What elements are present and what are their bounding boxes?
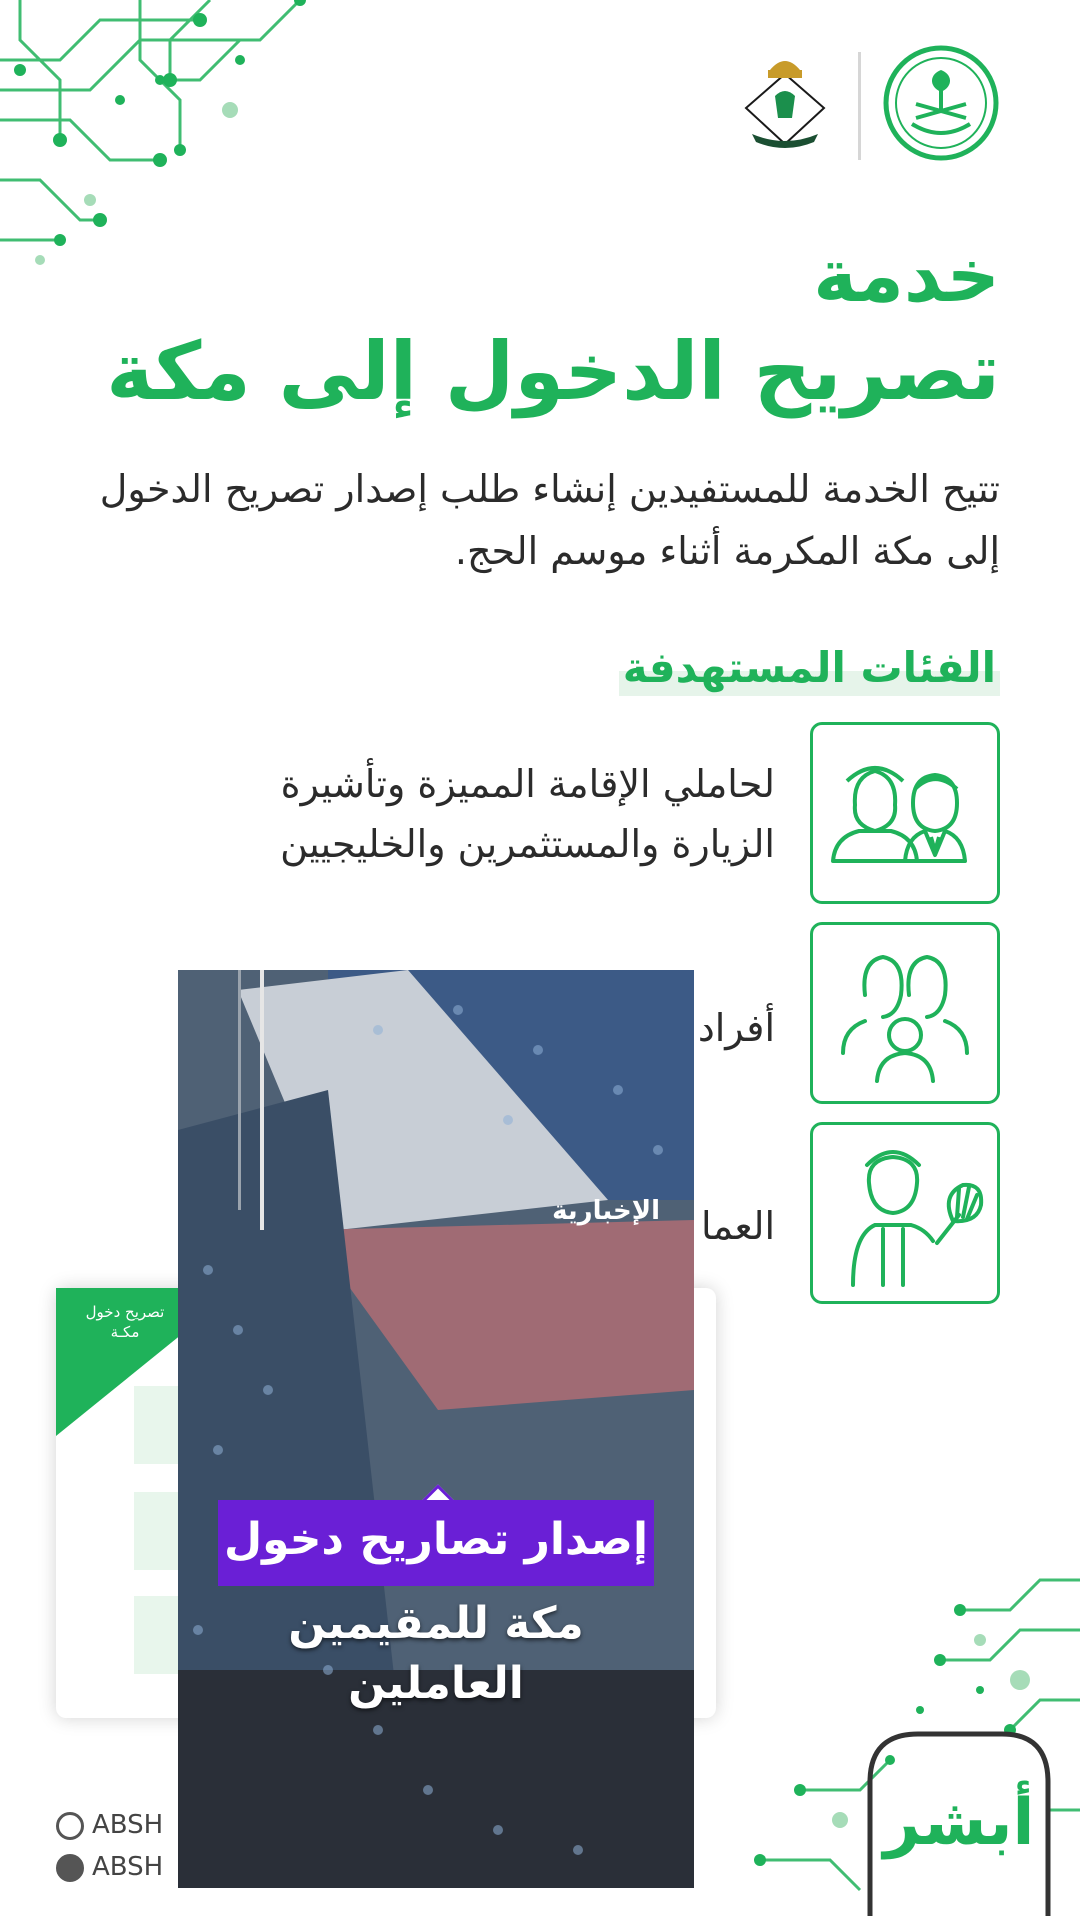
ministry-emblem-icon xyxy=(883,45,999,161)
title-line-2: تصريح الدخول إلى مكة xyxy=(106,325,1000,418)
video-overlay[interactable]: الإخبارية إصدار تصاريح دخول مكة للمقيمين… xyxy=(178,970,694,1888)
absher-logo: أبشر xyxy=(862,1726,1056,1916)
worker-icon xyxy=(851,1150,984,1287)
header-logos xyxy=(740,44,1000,174)
footer-account-text: ABSH xyxy=(92,1852,164,1882)
video-source-label: الإخبارية xyxy=(552,1196,660,1226)
logo-divider xyxy=(858,52,861,160)
men-icon xyxy=(831,766,967,863)
card-corner-text: تصريح دخول مكـة xyxy=(85,1303,165,1341)
category-text-2: أفراد xyxy=(697,1006,775,1050)
category-icon-box-3 xyxy=(810,1122,1000,1304)
footer-website-text: ABSH xyxy=(92,1810,164,1840)
page-title: خدمة تصريح الدخول إلى مكة xyxy=(100,228,1000,420)
service-description: تتيح الخدمة للمستفيدين إنشاء طلب إصدار ت… xyxy=(99,467,1000,573)
video-frame xyxy=(178,970,694,1888)
category-icon-box-1 xyxy=(810,722,1000,904)
family-icon xyxy=(841,954,969,1083)
category-text-1: لحاملي الإقامة المميزة وتأشيرة الزيارة و… xyxy=(280,762,775,866)
video-caption-line-2: مكة للمقيمين العاملين xyxy=(288,1598,584,1709)
title-line-1: خدمة xyxy=(813,233,1000,319)
globe-icon xyxy=(56,1811,84,1840)
absher-logo-text: أبشر xyxy=(883,1786,1035,1860)
user-icon xyxy=(56,1853,84,1882)
targets-heading: الفئات المستهدفة xyxy=(618,640,1000,696)
passports-emblem-icon xyxy=(744,61,826,148)
footer-website: ABSH xyxy=(56,1810,163,1840)
video-caption-line-1: إصدار تصاريح دخول xyxy=(223,1514,649,1565)
category-icon-box-2 xyxy=(810,922,1000,1104)
footer-account: ABSH xyxy=(56,1852,163,1882)
category-text-3: العما xyxy=(700,1204,775,1248)
